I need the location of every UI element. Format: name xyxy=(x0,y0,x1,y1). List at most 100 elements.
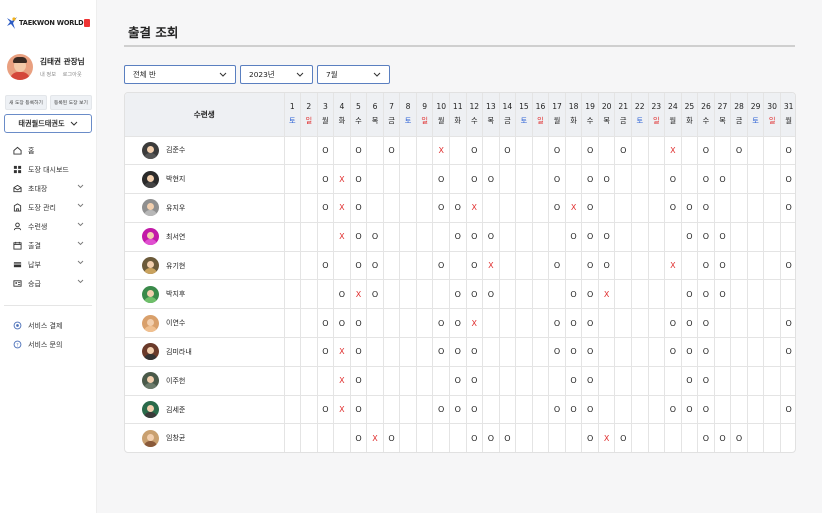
attendance-cell[interactable] xyxy=(482,366,500,396)
student-cell[interactable]: 임창균 xyxy=(125,423,285,452)
attendance-cell[interactable] xyxy=(681,164,699,195)
attendance-cell[interactable] xyxy=(432,279,450,310)
attendance-cell[interactable] xyxy=(515,193,533,223)
attendance-cell[interactable] xyxy=(747,337,765,367)
attendance-cell[interactable]: X xyxy=(366,423,384,452)
attendance-cell[interactable] xyxy=(284,164,302,195)
attendance-cell[interactable] xyxy=(399,164,417,195)
attendance-cell[interactable]: O xyxy=(432,308,450,339)
attendance-cell[interactable]: O xyxy=(581,337,599,367)
sidebar-item-grid[interactable]: 도장 대시보드 xyxy=(0,160,96,179)
attendance-cell[interactable]: O xyxy=(565,337,583,367)
attendance-cell[interactable] xyxy=(664,366,682,396)
attendance-cell[interactable]: O xyxy=(366,251,384,281)
attendance-cell[interactable] xyxy=(515,164,533,195)
sidebar-item-payment[interactable]: 서비스 결제 xyxy=(0,316,96,335)
attendance-cell[interactable]: O xyxy=(565,308,583,339)
attendance-cell[interactable] xyxy=(317,279,335,310)
attendance-cell[interactable] xyxy=(300,366,318,396)
attendance-cell[interactable]: O xyxy=(466,164,484,195)
attendance-cell[interactable] xyxy=(532,222,550,252)
sidebar-item-building[interactable]: 도장 관리 xyxy=(0,198,96,217)
attendance-cell[interactable] xyxy=(416,366,434,396)
attendance-cell[interactable] xyxy=(399,136,417,166)
attendance-cell[interactable]: O xyxy=(350,337,368,367)
attendance-cell[interactable]: O xyxy=(697,337,715,367)
attendance-cell[interactable]: O xyxy=(466,136,484,166)
attendance-cell[interactable] xyxy=(499,337,517,367)
attendance-cell[interactable]: O xyxy=(664,164,682,195)
attendance-cell[interactable]: O xyxy=(598,251,616,281)
attendance-cell[interactable] xyxy=(548,423,566,452)
attendance-cell[interactable] xyxy=(730,279,748,310)
attendance-cell[interactable]: O xyxy=(350,251,368,281)
attendance-cell[interactable]: O xyxy=(581,308,599,339)
attendance-cell[interactable] xyxy=(614,193,632,223)
attendance-cell[interactable] xyxy=(532,337,550,367)
attendance-cell[interactable] xyxy=(366,337,384,367)
attendance-cell[interactable]: O xyxy=(482,423,500,452)
attendance-cell[interactable] xyxy=(366,366,384,396)
attendance-cell[interactable] xyxy=(383,395,401,425)
attendance-cell[interactable]: O xyxy=(714,164,732,195)
attendance-cell[interactable] xyxy=(317,423,335,452)
attendance-cell[interactable] xyxy=(515,308,533,339)
attendance-cell[interactable]: O xyxy=(548,308,566,339)
attendance-cell[interactable] xyxy=(747,366,765,396)
attendance-cell[interactable] xyxy=(499,308,517,339)
attendance-cell[interactable]: O xyxy=(581,193,599,223)
attendance-cell[interactable] xyxy=(482,193,500,223)
attendance-cell[interactable] xyxy=(416,136,434,166)
attendance-cell[interactable] xyxy=(482,308,500,339)
attendance-cell[interactable]: O xyxy=(317,395,335,425)
attendance-cell[interactable]: O xyxy=(697,395,715,425)
attendance-cell[interactable]: O xyxy=(548,251,566,281)
attendance-cell[interactable]: O xyxy=(366,222,384,252)
attendance-cell[interactable] xyxy=(499,164,517,195)
attendance-cell[interactable] xyxy=(383,308,401,339)
attendance-cell[interactable]: X xyxy=(333,164,351,195)
attendance-cell[interactable]: X xyxy=(350,279,368,310)
sidebar-item-user[interactable]: 수련생 xyxy=(0,217,96,236)
attendance-cell[interactable] xyxy=(747,164,765,195)
attendance-cell[interactable] xyxy=(284,308,302,339)
attendance-cell[interactable]: O xyxy=(350,136,368,166)
attendance-cell[interactable]: O xyxy=(482,222,500,252)
attendance-cell[interactable] xyxy=(284,423,302,452)
attendance-cell[interactable] xyxy=(300,337,318,367)
attendance-cell[interactable]: O xyxy=(350,395,368,425)
attendance-cell[interactable]: X xyxy=(598,279,616,310)
attendance-cell[interactable] xyxy=(499,366,517,396)
attendance-cell[interactable] xyxy=(631,136,649,166)
attendance-cell[interactable]: O xyxy=(697,251,715,281)
attendance-cell[interactable] xyxy=(399,395,417,425)
attendance-cell[interactable] xyxy=(631,222,649,252)
attendance-cell[interactable]: O xyxy=(581,164,599,195)
attendance-cell[interactable] xyxy=(532,395,550,425)
attendance-cell[interactable] xyxy=(333,423,351,452)
attendance-cell[interactable] xyxy=(399,222,417,252)
attendance-cell[interactable]: O xyxy=(565,279,583,310)
attendance-cell[interactable] xyxy=(730,164,748,195)
attendance-cell[interactable]: O xyxy=(432,337,450,367)
attendance-cell[interactable] xyxy=(631,423,649,452)
attendance-cell[interactable]: X xyxy=(598,423,616,452)
attendance-cell[interactable] xyxy=(383,279,401,310)
attendance-cell[interactable] xyxy=(747,136,765,166)
student-cell[interactable]: 유지우 xyxy=(125,193,285,223)
attendance-cell[interactable] xyxy=(383,337,401,367)
attendance-cell[interactable] xyxy=(366,136,384,166)
attendance-cell[interactable] xyxy=(763,337,781,367)
attendance-cell[interactable] xyxy=(614,222,632,252)
attendance-cell[interactable] xyxy=(598,366,616,396)
attendance-cell[interactable]: O xyxy=(681,222,699,252)
attendance-cell[interactable]: O xyxy=(350,222,368,252)
attendance-cell[interactable] xyxy=(714,366,732,396)
attendance-cell[interactable]: O xyxy=(730,423,748,452)
attendance-cell[interactable] xyxy=(747,279,765,310)
attendance-cell[interactable] xyxy=(598,337,616,367)
attendance-cell[interactable]: O xyxy=(681,193,699,223)
avatar[interactable] xyxy=(7,54,33,80)
attendance-cell[interactable] xyxy=(300,193,318,223)
attendance-cell[interactable] xyxy=(482,136,500,166)
